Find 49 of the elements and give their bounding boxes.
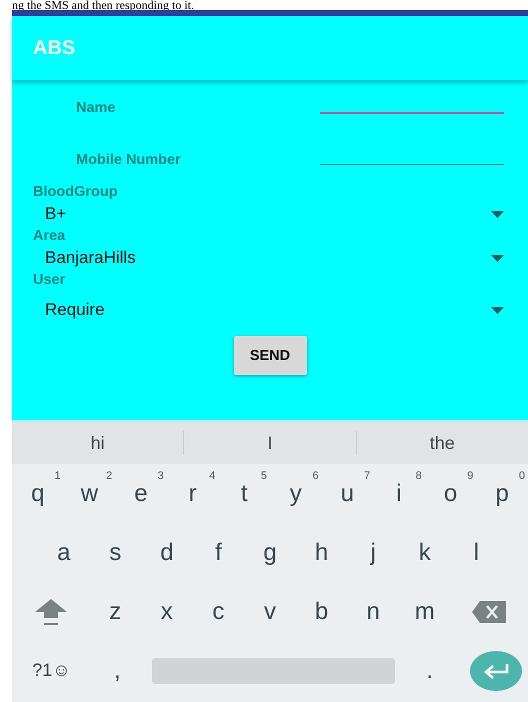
key[interactable]: l bbox=[450, 530, 502, 574]
key[interactable]: , bbox=[90, 648, 144, 692]
key[interactable]: h bbox=[296, 530, 348, 574]
key[interactable]: x bbox=[141, 590, 193, 634]
key-hint: 0 bbox=[518, 470, 525, 482]
key[interactable]: k bbox=[398, 530, 450, 574]
key[interactable]: f bbox=[192, 530, 244, 574]
key-hint: 4 bbox=[209, 470, 216, 482]
key-hint: 2 bbox=[106, 470, 112, 482]
key-hint: 9 bbox=[467, 470, 474, 482]
dropdown[interactable]: B+ bbox=[45, 202, 504, 226]
spinner-label: Area bbox=[33, 228, 66, 244]
suggestion-item[interactable]: I bbox=[184, 432, 356, 454]
key[interactable]: g bbox=[244, 530, 296, 574]
dropdown[interactable]: Require bbox=[45, 290, 504, 330]
dropdown-arrow-icon bbox=[491, 254, 504, 262]
key[interactable]: a bbox=[38, 530, 90, 574]
enter-key[interactable] bbox=[470, 650, 522, 690]
dropdown-arrow-icon bbox=[491, 210, 504, 218]
dropdown[interactable]: BanjaraHills bbox=[45, 246, 504, 270]
field-label: Name bbox=[76, 100, 116, 116]
symbols-key[interactable]: ?1☺ bbox=[12, 648, 91, 692]
key-hint: 1 bbox=[54, 470, 61, 482]
backspace-icon[interactable] bbox=[472, 600, 506, 622]
key[interactable]: c bbox=[192, 590, 244, 634]
key-hint: 5 bbox=[260, 470, 267, 482]
field-label: Mobile Number bbox=[76, 152, 181, 168]
shift-icon[interactable] bbox=[34, 596, 68, 626]
key-hint: 3 bbox=[158, 470, 164, 482]
key[interactable]: d bbox=[141, 530, 193, 574]
spinner-label: User bbox=[33, 272, 66, 288]
spinner-label: BloodGroup bbox=[33, 184, 119, 200]
key[interactable]: j bbox=[347, 530, 399, 574]
dropdown-arrow-icon bbox=[491, 306, 504, 314]
key-hint: 7 bbox=[364, 470, 370, 482]
send-button[interactable]: SEND bbox=[234, 336, 306, 375]
app-title: ABS bbox=[33, 36, 76, 60]
key[interactable]: . bbox=[403, 648, 456, 692]
key[interactable]: z bbox=[89, 590, 141, 634]
key[interactable]: n bbox=[347, 590, 399, 634]
suggestion-item[interactable]: the bbox=[356, 432, 528, 454]
key-hint: 8 bbox=[416, 470, 422, 482]
suggestion-item[interactable]: hi bbox=[12, 432, 184, 454]
key-hint: 6 bbox=[312, 470, 319, 482]
key[interactable]: m bbox=[398, 590, 451, 634]
key[interactable]: s bbox=[90, 530, 142, 574]
key[interactable]: b bbox=[296, 590, 348, 634]
enter-icon bbox=[483, 662, 509, 678]
key[interactable]: v bbox=[244, 590, 296, 634]
